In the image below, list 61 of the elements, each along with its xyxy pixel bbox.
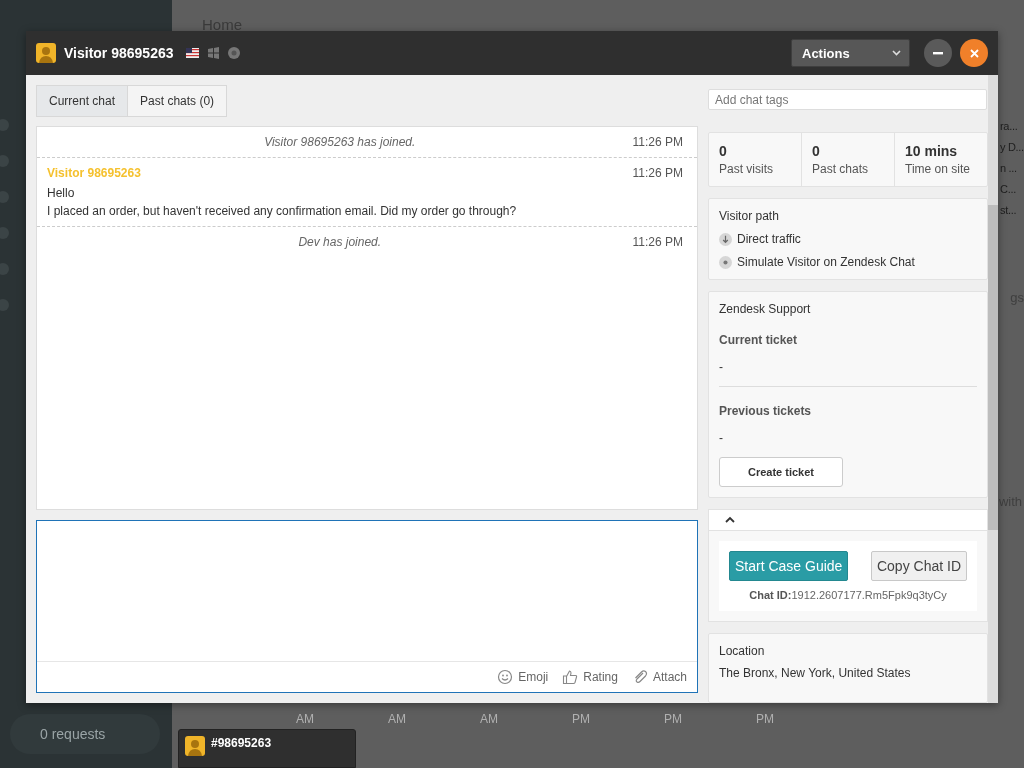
minus-icon xyxy=(933,51,943,55)
minimize-button[interactable] xyxy=(924,39,952,67)
card-title: Zendesk Support xyxy=(719,302,812,316)
axis-label: PM xyxy=(664,712,683,726)
system-message: Visitor 98695263 has joined. xyxy=(263,135,417,149)
stat-label: Past visits xyxy=(719,162,774,176)
field-value: - xyxy=(719,360,724,374)
requests-pill[interactable]: 0 requests xyxy=(10,714,160,754)
close-icon xyxy=(969,48,979,58)
chat-tab[interactable]: #98695263 xyxy=(178,729,356,768)
axis-label: AM xyxy=(480,712,499,726)
scrollbar[interactable] xyxy=(988,75,998,703)
message-author: Visitor 98695263 xyxy=(47,166,141,180)
location-text: The Bronx, New York, United States xyxy=(719,666,912,680)
browser-icon xyxy=(227,47,240,59)
card-title: Visitor path xyxy=(719,209,780,223)
axis-label: PM xyxy=(756,712,775,726)
stat-label: Time on site xyxy=(905,162,971,176)
avatar-icon xyxy=(185,736,205,756)
message-text: I placed an order, but haven't received any confirmation email. Did my order go through? xyxy=(47,204,518,218)
path-item: Direct traffic xyxy=(737,232,801,246)
axis-label: AM xyxy=(296,712,315,726)
field-value: - xyxy=(719,431,724,445)
actions-dropdown[interactable]: Actions xyxy=(791,39,910,67)
path-item: Simulate Visitor on Zendesk Chat xyxy=(737,255,915,269)
copy-chat-id-button[interactable]: Copy Chat ID xyxy=(870,551,967,581)
chat-id-text: Chat ID:1912.2607177.Rm5Fpk9q3tyCy xyxy=(749,589,947,601)
tags-field[interactable]: Add chat tags xyxy=(708,89,987,110)
window-title: Visitor 98695263 xyxy=(64,45,174,61)
message-time: 11:26 PM xyxy=(632,135,683,149)
axis-label: PM xyxy=(572,712,591,726)
rating-button[interactable]: Rating xyxy=(562,669,618,685)
start-case-guide-button[interactable]: Start Case Guide xyxy=(729,551,849,581)
axis-label: AM xyxy=(388,712,407,726)
attach-button[interactable]: Attach xyxy=(631,669,687,685)
caret-icon[interactable] xyxy=(725,516,735,524)
emoji-button[interactable]: Emoji xyxy=(497,669,549,685)
download-arrow-icon xyxy=(719,232,732,246)
thumbs-up-icon xyxy=(562,669,579,685)
system-message: Dev has joined. xyxy=(297,235,383,249)
stat-label: Past chats xyxy=(812,162,870,176)
field-label: Previous tickets xyxy=(719,404,813,418)
avatar-icon xyxy=(36,43,56,63)
chevron-down-icon xyxy=(892,50,901,56)
stat-value: 0 xyxy=(812,143,821,159)
dot-icon xyxy=(719,255,732,269)
message-input[interactable]: Emoji Rating Attach xyxy=(36,520,698,693)
windows-logo-icon xyxy=(206,47,220,59)
field-label: Current ticket xyxy=(719,333,799,347)
stat-value: 0 xyxy=(719,143,728,159)
flag-icon xyxy=(185,48,199,58)
message-time: 11:26 PM xyxy=(632,235,683,249)
create-ticket-button[interactable]: Create ticket xyxy=(719,457,843,487)
card-title: Location xyxy=(719,644,766,658)
close-button[interactable] xyxy=(960,39,988,67)
stat-value: 10 mins xyxy=(905,143,959,159)
tab[interactable]: Current chat xyxy=(36,85,129,117)
smiley-icon xyxy=(497,669,514,685)
message-time: 11:26 PM xyxy=(632,166,683,180)
tab[interactable]: Past chats (0) xyxy=(128,85,228,117)
message-text: Hello xyxy=(47,186,76,200)
